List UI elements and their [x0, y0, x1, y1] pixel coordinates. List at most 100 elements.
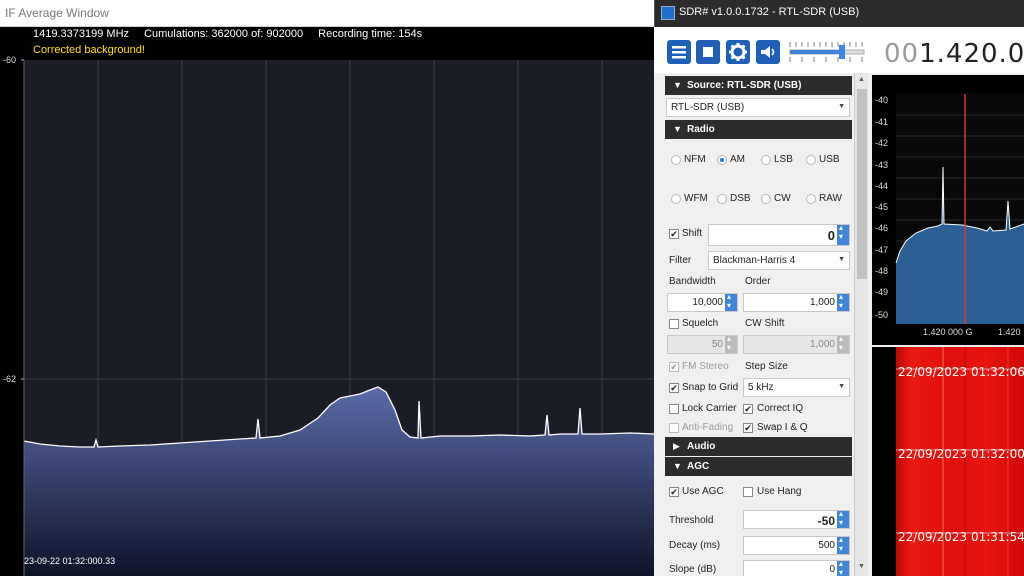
volume-slider-thumb[interactable]: [839, 45, 845, 59]
mode-am-label: AM: [730, 154, 745, 165]
menu-button[interactable]: [667, 40, 691, 64]
shift-label: Shift: [682, 228, 703, 239]
scrollbar-thumb[interactable]: [857, 89, 867, 279]
audio-header[interactable]: ▶ Audio: [665, 437, 852, 456]
fm-stereo-checkbox[interactable]: ✔: [669, 362, 679, 372]
spin-arrows-icon[interactable]: [725, 292, 737, 311]
decay-input[interactable]: 500: [743, 535, 850, 555]
mode-am-radio[interactable]: [717, 155, 727, 165]
shift-input[interactable]: 0: [708, 223, 850, 246]
shift-checkbox[interactable]: ✔: [669, 229, 679, 239]
filter-select[interactable]: Blackman-Harris 4 ▼: [708, 251, 850, 270]
step-size-select[interactable]: 5 kHz ▼: [743, 378, 850, 397]
frequency-display[interactable]: 001.420.00: [884, 39, 1024, 69]
mode-raw-radio[interactable]: [806, 194, 816, 204]
mode-wfm-radio[interactable]: [671, 194, 681, 204]
sdr-window: SDR# v1.0.0.1732 - RTL-SDR (USB) 001.420…: [654, 0, 1024, 576]
mode-lsb-label: LSB: [774, 154, 793, 165]
mode-lsb-radio[interactable]: [761, 155, 771, 165]
settings-button[interactable]: [726, 40, 750, 64]
audio-button[interactable]: [756, 40, 780, 64]
bandwidth-input[interactable]: 10,000: [667, 292, 738, 312]
spin-arrows-icon[interactable]: [725, 334, 737, 353]
mode-dsb-radio[interactable]: [717, 194, 727, 204]
dropdown-arrow-icon: ▼: [838, 103, 845, 110]
spectrum-y-label: -43: [875, 160, 889, 170]
if-cumulations: Cumulations: 362000 of: 902000: [144, 28, 304, 40]
threshold-input[interactable]: -50: [743, 509, 850, 529]
scroll-down-icon[interactable]: ▼: [858, 563, 865, 570]
collapse-arrow-icon: ▼: [673, 80, 682, 90]
spectrum-x-label: 1.420: [998, 327, 1021, 337]
waterfall-display[interactable]: 22/09/2023 01:32:06 22/09/2023 01:32:00 …: [872, 347, 1024, 576]
speaker-icon: [761, 46, 775, 58]
sdr-app-icon: [661, 6, 675, 20]
sdr-title: SDR# v1.0.0.1732 - RTL-SDR (USB): [679, 6, 860, 18]
spectrum-plot: [895, 94, 1024, 324]
hamburger-icon: [672, 46, 686, 59]
order-input[interactable]: 1,000: [743, 292, 850, 312]
panel-scrollbar[interactable]: ▲ ▼: [854, 73, 868, 576]
source-header[interactable]: ▼ Source: RTL-SDR (USB): [665, 76, 852, 95]
frequency-leading-digits: 00: [884, 39, 920, 69]
fm-stereo-label: FM Stereo: [682, 361, 729, 372]
swap-iq-checkbox[interactable]: ✔: [743, 423, 753, 433]
use-hang-checkbox[interactable]: [743, 487, 753, 497]
if-frequency: 1419.3373199 MHz: [33, 28, 130, 40]
if-recording-time: Recording time: 154s: [318, 28, 423, 40]
decay-label: Decay (ms): [669, 540, 721, 551]
spectrum-x-label: 1.420 000 G: [923, 327, 973, 337]
collapse-arrow-icon: ▼: [673, 461, 682, 471]
squelch-input[interactable]: 50: [667, 334, 738, 354]
source-select[interactable]: RTL-SDR (USB) ▼: [666, 98, 850, 117]
agc-header[interactable]: ▼ AGC: [665, 457, 852, 476]
spectrum-y-label: -47: [875, 245, 889, 255]
mode-nfm-label: NFM: [684, 154, 706, 165]
if-window-titlebar[interactable]: IF Average Window: [0, 0, 654, 27]
stop-button[interactable]: [696, 40, 720, 64]
lock-carrier-checkbox[interactable]: [669, 404, 679, 414]
correct-iq-checkbox[interactable]: ✔: [743, 404, 753, 414]
spin-arrows-icon[interactable]: [837, 223, 849, 245]
mode-wfm-label: WFM: [684, 193, 708, 204]
use-agc-label: Use AGC: [682, 486, 724, 497]
mode-usb-label: USB: [819, 154, 840, 165]
mode-cw-label: CW: [774, 193, 791, 204]
spectrum-y-label: -49: [875, 287, 889, 297]
gear-icon: [729, 43, 747, 61]
bandwidth-label: Bandwidth: [669, 276, 716, 287]
spin-arrows-icon[interactable]: [837, 535, 849, 554]
stop-icon: [703, 47, 713, 57]
radio-header[interactable]: ▼ Radio: [665, 120, 852, 139]
scroll-up-icon[interactable]: ▲: [858, 76, 865, 83]
waterfall-time-label: 22/09/2023 01:32:00: [898, 447, 1024, 461]
spin-arrows-icon[interactable]: [837, 509, 849, 528]
spectrum-y-label: -48: [875, 266, 889, 276]
mode-nfm-radio[interactable]: [671, 155, 681, 165]
control-panel: ▼ Source: RTL-SDR (USB) RTL-SDR (USB) ▼ ▼ R…: [654, 73, 868, 576]
squelch-checkbox[interactable]: [669, 319, 679, 329]
spectrum-y-label: -41: [875, 117, 889, 127]
spectrum-y-label: -46: [875, 223, 889, 233]
use-agc-checkbox[interactable]: ✔: [669, 487, 679, 497]
frequency-main-digits: 1.420.00: [919, 39, 1024, 69]
spectrum-analyzer[interactable]: -40 -41 -42 -43 -44 -45 -46 -47 -48 -49 …: [872, 75, 1024, 345]
mode-cw-radio[interactable]: [761, 194, 771, 204]
sdr-titlebar[interactable]: SDR# v1.0.0.1732 - RTL-SDR (USB): [654, 0, 1024, 27]
swap-iq-label: Swap I & Q: [757, 422, 808, 433]
expand-arrow-icon: ▶: [673, 441, 680, 451]
spin-arrows-icon[interactable]: [837, 334, 849, 353]
if-average-window: IF Average Window 1419.3373199 MHz Cumul…: [0, 0, 654, 576]
anti-fading-checkbox[interactable]: [669, 423, 679, 433]
snap-to-grid-checkbox[interactable]: ✔: [669, 383, 679, 393]
step-size-label: Step Size: [745, 361, 788, 372]
spectrum-y-label: -50: [875, 310, 889, 320]
spectrum-y-label: -40: [875, 95, 889, 105]
spin-arrows-icon[interactable]: [837, 292, 849, 311]
mode-usb-radio[interactable]: [806, 155, 816, 165]
slope-input[interactable]: 0: [743, 559, 850, 576]
volume-slider[interactable]: [788, 38, 868, 66]
use-hang-label: Use Hang: [757, 486, 802, 497]
spin-arrows-icon[interactable]: [837, 559, 849, 576]
cw-shift-input[interactable]: 1,000: [743, 334, 850, 354]
